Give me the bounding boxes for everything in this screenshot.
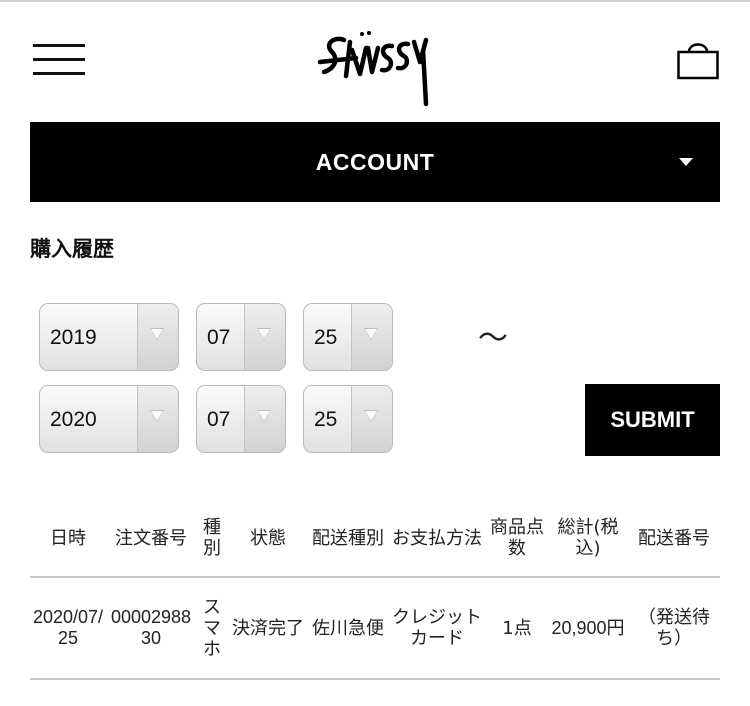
from-day-select[interactable]: 25 — [303, 303, 393, 371]
column-header-type: 種別 — [196, 500, 228, 578]
from-day-value: 25 — [314, 326, 338, 349]
order-type-cell: スマホ — [196, 577, 228, 680]
item-count-cell: 1点 — [486, 577, 548, 680]
column-header-shipping-method: 配送種別 — [308, 500, 388, 578]
column-header-payment-method: お支払方法 — [388, 500, 486, 578]
to-month-select[interactable]: 07 — [196, 385, 286, 453]
shipping-method-cell: 佐川急便 — [308, 577, 388, 680]
column-header-total: 総計(税込) — [548, 500, 628, 578]
top-divider — [0, 0, 750, 2]
menu-line — [33, 72, 85, 75]
from-month-select[interactable]: 07 — [196, 303, 286, 371]
menu-line — [33, 44, 85, 47]
account-dropdown[interactable]: ACCOUNT — [30, 122, 720, 202]
chevron-down-icon — [351, 386, 392, 452]
to-month-value: 07 — [207, 408, 231, 431]
stussy-logo[interactable] — [316, 26, 438, 110]
bag-icon-graphic — [677, 43, 719, 80]
order-number-cell[interactable]: 0000298830 — [106, 577, 196, 680]
tracking-number-cell: （発送待ち） — [628, 577, 720, 680]
caret-down-icon — [679, 158, 693, 166]
to-year-select[interactable]: 2020 — [39, 385, 179, 453]
submit-button[interactable]: SUBMIT — [585, 384, 720, 456]
chevron-down-icon — [244, 304, 285, 370]
chevron-down-icon — [244, 386, 285, 452]
shopping-bag-icon[interactable] — [677, 40, 719, 80]
order-status-cell: 決済完了 — [228, 577, 308, 680]
column-header-status: 状態 — [228, 500, 308, 578]
order-history-table: 日時 注文番号 種別 状態 配送種別 お支払方法 商品点数 総計(税込) 配送番… — [30, 500, 720, 680]
from-year-value: 2019 — [50, 326, 97, 349]
page-title: 購入履歴 — [30, 237, 114, 261]
to-day-value: 25 — [314, 408, 338, 431]
column-header-date: 日時 — [30, 500, 106, 578]
stussy-logo-icon — [317, 31, 429, 107]
from-month-value: 07 — [207, 326, 231, 349]
chevron-down-icon — [137, 386, 178, 452]
to-day-select[interactable]: 25 — [303, 385, 393, 453]
menu-line — [33, 58, 85, 61]
chevron-down-icon — [351, 304, 392, 370]
total-cell: 20,900円 — [548, 577, 628, 680]
date-range-separator: 〜 — [478, 321, 508, 356]
chevron-down-icon — [137, 304, 178, 370]
account-label: ACCOUNT — [315, 149, 435, 175]
column-header-item-count: 商品点数 — [486, 500, 548, 578]
table-row[interactable]: 2020/07/25 0000298830 スマホ 決済完了 佐川急便 クレジッ… — [30, 577, 720, 680]
from-year-select[interactable]: 2019 — [39, 303, 179, 371]
column-header-order-number: 注文番号 — [106, 500, 196, 578]
hamburger-menu-icon[interactable] — [33, 44, 85, 76]
table-header-row: 日時 注文番号 種別 状態 配送種別 お支払方法 商品点数 総計(税込) 配送番… — [30, 500, 720, 578]
to-year-value: 2020 — [50, 408, 97, 431]
column-header-tracking-number: 配送番号 — [628, 500, 720, 578]
order-date-cell: 2020/07/25 — [30, 577, 106, 680]
payment-method-cell: クレジットカード — [388, 577, 486, 680]
